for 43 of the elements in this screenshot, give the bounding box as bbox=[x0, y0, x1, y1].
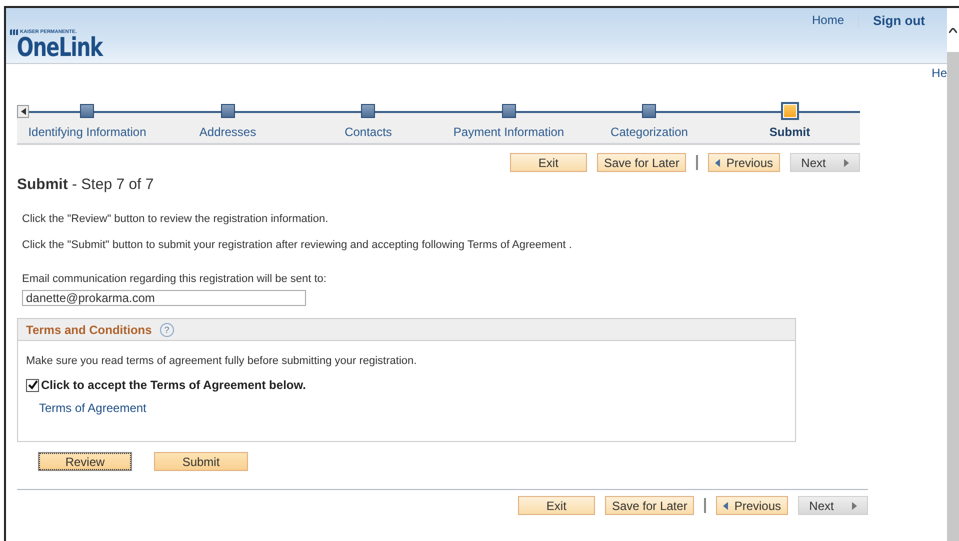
step-label[interactable]: Payment Information bbox=[438, 111, 579, 143]
header-link[interactable]: Home bbox=[798, 13, 858, 27]
step-node[interactable] bbox=[361, 104, 376, 118]
terms-title: Terms and Conditions bbox=[26, 322, 152, 336]
step-node[interactable] bbox=[80, 104, 94, 118]
right-arrow-icon bbox=[852, 502, 857, 510]
header-link[interactable]: Sign out bbox=[858, 13, 939, 28]
terms-note: Make sure you read terms of agreement fully before submitting your registration. bbox=[26, 355, 418, 367]
step-label[interactable]: Categorization bbox=[579, 111, 720, 143]
nav-button[interactable]: Save for Later bbox=[596, 153, 686, 172]
step-node[interactable] bbox=[642, 104, 656, 118]
step-label[interactable]: Contacts bbox=[298, 111, 438, 143]
left-arrow-icon bbox=[723, 502, 728, 510]
page-title: Submit - Step 7 of 7 bbox=[17, 176, 155, 193]
help-link[interactable]: He bbox=[932, 66, 947, 80]
back-button[interactable] bbox=[17, 105, 29, 118]
previous-button[interactable]: Previous bbox=[716, 496, 788, 515]
step-node[interactable] bbox=[502, 104, 516, 118]
email-field[interactable]: danette@prokarma.com bbox=[22, 290, 306, 306]
step-node[interactable] bbox=[780, 102, 799, 120]
accept-checkbox[interactable] bbox=[26, 378, 39, 392]
step-node[interactable] bbox=[220, 104, 235, 118]
help-icon[interactable]: ? bbox=[160, 322, 174, 336]
step-label[interactable]: Addresses bbox=[158, 111, 298, 143]
left-arrow-icon bbox=[715, 158, 720, 166]
previous-button[interactable]: Previous bbox=[708, 153, 780, 172]
action-button[interactable]: Review bbox=[38, 452, 132, 471]
nav-button[interactable]: Exit bbox=[518, 496, 595, 515]
accept-label: Click to accept the Terms of Agreement below. bbox=[41, 378, 306, 392]
step-label[interactable]: Identifying Information bbox=[17, 111, 158, 143]
scrollbar[interactable] bbox=[947, 8, 959, 541]
instruction-text: Click the "Submit" button to submit your registration after reviewing and accepting following Terms of Agreement . bbox=[22, 239, 573, 251]
logo-icon bbox=[10, 29, 18, 35]
left-arrow-icon bbox=[20, 108, 26, 115]
nav-button[interactable]: Exit bbox=[510, 153, 587, 172]
action-button[interactable]: Submit bbox=[154, 452, 248, 471]
email-label: Email communication regarding this registration will be sent to: bbox=[22, 273, 328, 285]
brand-logo: OneLink bbox=[16, 35, 102, 61]
instruction-text: Click the "Review" button to review the registration information. bbox=[22, 213, 330, 225]
step-label[interactable]: Submit bbox=[720, 111, 860, 143]
right-arrow-icon bbox=[844, 158, 849, 166]
terms-link[interactable]: Terms of Agreement bbox=[39, 401, 787, 415]
nav-button[interactable]: Save for Later bbox=[604, 496, 694, 515]
